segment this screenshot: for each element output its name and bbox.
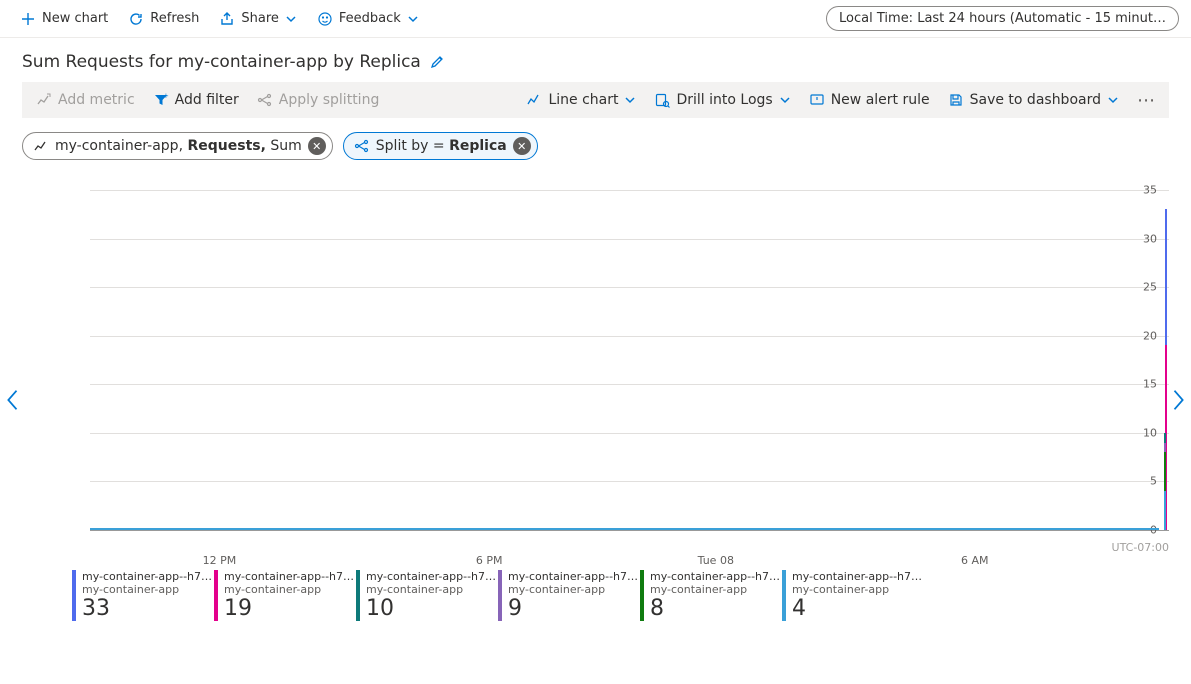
time-range-picker[interactable]: Local Time: Last 24 hours (Automatic - 1…: [826, 6, 1179, 31]
chevron-down-icon: [624, 94, 636, 106]
split-pill-text: Split by = Replica: [376, 138, 507, 154]
legend-series-name: my-container-app--h7…: [508, 570, 640, 583]
more-button[interactable]: ⋯: [1129, 90, 1163, 111]
legend-value: 4: [792, 596, 924, 621]
apply-splitting-button[interactable]: Apply splitting: [249, 86, 388, 114]
legend-value: 19: [224, 596, 356, 621]
new-alert-label: New alert rule: [831, 92, 930, 108]
legend-item[interactable]: my-container-app--h7…my-container-app8: [640, 570, 782, 621]
drill-logs-label: Drill into Logs: [676, 92, 772, 108]
legend-resource-name: my-container-app: [508, 583, 640, 596]
remove-split-icon[interactable]: ✕: [513, 137, 531, 155]
share-icon: [219, 11, 235, 27]
apply-splitting-label: Apply splitting: [279, 92, 380, 108]
add-metric-label: Add metric: [58, 92, 135, 108]
save-dashboard-label: Save to dashboard: [970, 92, 1101, 108]
chevron-down-icon: [407, 13, 419, 25]
line-chart-icon: [526, 92, 542, 108]
save-dashboard-button[interactable]: Save to dashboard: [940, 86, 1127, 114]
new-chart-label: New chart: [42, 11, 108, 26]
legend-value: 8: [650, 596, 782, 621]
chart-area: 05101520253035 12 PM6 PMTue 086 AM UTC-0…: [50, 190, 1169, 560]
add-filter-label: Add filter: [175, 92, 239, 108]
logs-icon: [654, 92, 670, 108]
chevron-down-icon: [285, 13, 297, 25]
x-tick-label: 6 PM: [476, 554, 503, 567]
metric-pill-text: my-container-app, Requests, Sum: [55, 138, 302, 154]
share-button[interactable]: Share: [211, 7, 305, 31]
feedback-button[interactable]: Feedback: [309, 7, 427, 31]
series-baseline: [90, 528, 1159, 530]
chart-plot[interactable]: [90, 190, 1169, 530]
drill-logs-button[interactable]: Drill into Logs: [646, 86, 798, 114]
plus-icon: [20, 11, 36, 27]
new-alert-button[interactable]: New alert rule: [801, 86, 938, 114]
svg-text:+: +: [163, 92, 169, 100]
legend-resource-name: my-container-app: [792, 583, 924, 596]
legend-item[interactable]: my-container-app--h7…my-container-app33: [72, 570, 214, 621]
smiley-icon: [317, 11, 333, 27]
metric-icon: [33, 138, 49, 154]
legend-series-name: my-container-app--h7…: [82, 570, 214, 583]
legend-resource-name: my-container-app: [366, 583, 498, 596]
add-metric-button[interactable]: Add metric: [28, 86, 143, 114]
legend-value: 9: [508, 596, 640, 621]
metric-icon: [36, 92, 52, 108]
alert-icon: [809, 92, 825, 108]
x-tick-label: 6 AM: [961, 554, 989, 567]
add-filter-button[interactable]: + Add filter: [145, 86, 247, 114]
prev-chart-button[interactable]: [0, 380, 28, 426]
legend-item[interactable]: my-container-app--h7…my-container-app4: [782, 570, 924, 621]
legend-series-name: my-container-app--h7…: [366, 570, 498, 583]
chart-type-label: Line chart: [548, 92, 618, 108]
chevron-down-icon: [1107, 94, 1119, 106]
remove-metric-icon[interactable]: ✕: [308, 137, 326, 155]
legend-series-name: my-container-app--h7…: [792, 570, 924, 583]
legend-resource-name: my-container-app: [224, 583, 356, 596]
feedback-label: Feedback: [339, 11, 401, 26]
chevron-down-icon: [779, 94, 791, 106]
refresh-icon: [128, 11, 144, 27]
legend-item[interactable]: my-container-app--h7…my-container-app19: [214, 570, 356, 621]
split-pill[interactable]: Split by = Replica ✕: [343, 132, 538, 160]
refresh-label: Refresh: [150, 11, 199, 26]
legend-item[interactable]: my-container-app--h7…my-container-app9: [498, 570, 640, 621]
page-toolbar: New chart Refresh Share Feedback Local T…: [0, 0, 1191, 38]
save-icon: [948, 92, 964, 108]
pills-row: my-container-app, Requests, Sum ✕ Split …: [0, 118, 1191, 160]
chart-toolbar: Add metric + Add filter Apply splitting …: [22, 82, 1169, 118]
split-icon: [257, 92, 273, 108]
legend-resource-name: my-container-app: [82, 583, 214, 596]
split-icon: [354, 138, 370, 154]
filter-icon: +: [153, 92, 169, 108]
legend-series-name: my-container-app--h7…: [650, 570, 782, 583]
share-label: Share: [241, 11, 279, 26]
x-tick-label: 12 PM: [203, 554, 237, 567]
metric-pill[interactable]: my-container-app, Requests, Sum ✕: [22, 132, 333, 160]
legend-series-name: my-container-app--h7…: [224, 570, 356, 583]
legend-item[interactable]: my-container-app--h7…my-container-app10: [356, 570, 498, 621]
chart-title: Sum Requests for my-container-app by Rep…: [22, 52, 421, 72]
gridline: [90, 530, 1169, 531]
chart-legend: my-container-app--h7…my-container-app33m…: [72, 570, 1169, 621]
legend-value: 10: [366, 596, 498, 621]
chart-title-row: Sum Requests for my-container-app by Rep…: [0, 38, 1191, 82]
refresh-button[interactable]: Refresh: [120, 7, 207, 31]
edit-icon[interactable]: [429, 54, 445, 70]
new-chart-button[interactable]: New chart: [12, 7, 116, 31]
chart-type-button[interactable]: Line chart: [518, 86, 644, 114]
timezone-label: UTC-07:00: [1112, 541, 1169, 554]
x-tick-label: Tue 08: [698, 554, 734, 567]
legend-value: 33: [82, 596, 214, 621]
series-spike: [1164, 491, 1166, 530]
legend-resource-name: my-container-app: [650, 583, 782, 596]
